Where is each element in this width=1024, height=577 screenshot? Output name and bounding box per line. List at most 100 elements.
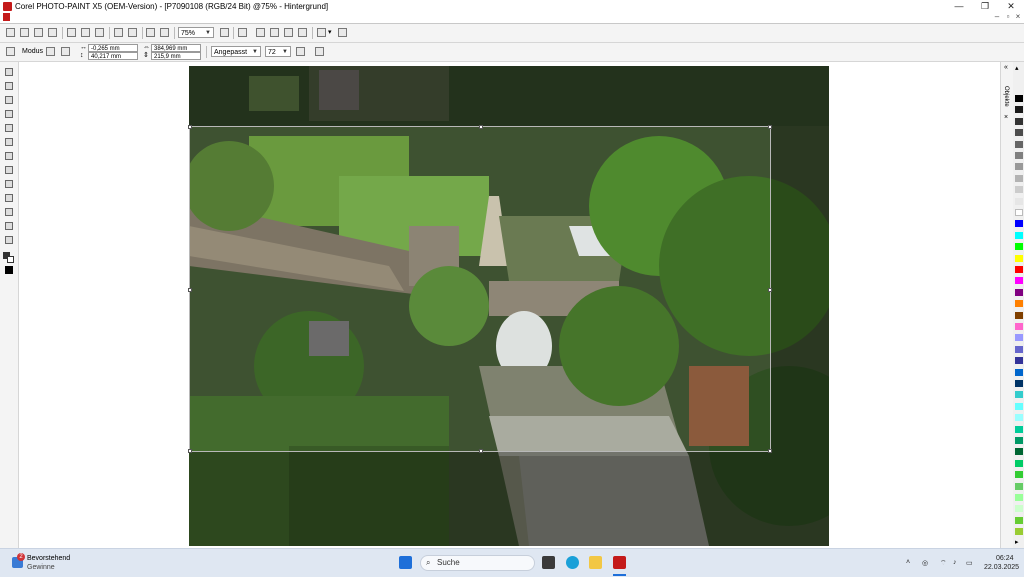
fit-mode-select[interactable]: Angepasst ▼ <box>211 46 261 57</box>
open-file-icon[interactable] <box>20 28 29 37</box>
palette-swatch[interactable] <box>1015 174 1023 182</box>
crop-handle-top[interactable] <box>479 125 483 129</box>
document-icon[interactable] <box>3 13 10 21</box>
palette-swatch[interactable] <box>1015 516 1023 524</box>
palette-swatch[interactable] <box>1015 391 1023 399</box>
clock-date[interactable]: 22.03.2025 <box>984 564 1019 571</box>
collapse-bar-icon[interactable] <box>315 47 324 56</box>
mask-icon[interactable] <box>238 28 247 37</box>
palette-swatch[interactable] <box>1015 231 1023 239</box>
palette-swatch[interactable] <box>1015 140 1023 148</box>
image-sprayer-icon[interactable] <box>5 236 13 244</box>
copy-icon[interactable] <box>81 28 90 37</box>
corel-app-icon[interactable] <box>3 1 12 11</box>
crop-handle-right[interactable] <box>768 288 772 292</box>
shape-tool-icon[interactable] <box>5 180 13 188</box>
red-eye-icon[interactable] <box>5 166 13 174</box>
pick-tool-icon[interactable] <box>5 68 13 76</box>
height-field[interactable]: 215,9 mm <box>151 52 201 60</box>
widget-title[interactable]: Bevorstehend <box>27 555 70 562</box>
crop-handle-bottom-right[interactable] <box>768 449 772 453</box>
text-tool-icon[interactable] <box>5 152 13 160</box>
palette-swatch[interactable] <box>1015 186 1023 194</box>
palette-swatch[interactable] <box>1015 163 1023 171</box>
palette-swatch[interactable] <box>1015 494 1023 501</box>
zoom-fit-icon[interactable] <box>220 28 229 37</box>
palette-swatch[interactable] <box>1015 414 1023 422</box>
resolution-select[interactable]: 72 ▼ <box>265 46 291 57</box>
application-launcher-icon[interactable] <box>317 28 326 37</box>
palette-swatch[interactable] <box>1015 380 1023 387</box>
paste-icon[interactable] <box>95 28 104 37</box>
palette-swatch[interactable] <box>1015 311 1023 319</box>
background-color-swatch[interactable] <box>7 256 14 263</box>
save-icon[interactable] <box>34 28 43 37</box>
grid-icon[interactable] <box>298 28 307 37</box>
docker-close-icon[interactable]: × <box>1004 114 1008 121</box>
crop-handle-bottom[interactable] <box>479 449 483 453</box>
paint-tool-icon[interactable] <box>5 208 13 216</box>
mode-icon[interactable] <box>46 47 55 56</box>
palette-swatch[interactable] <box>1015 254 1023 262</box>
minimize-button[interactable]: — <box>946 0 972 12</box>
chevron-down-icon[interactable]: ▾ <box>328 29 332 37</box>
close-button[interactable]: ✕ <box>998 0 1024 12</box>
palette-swatch[interactable] <box>1015 117 1023 125</box>
palette-swatch[interactable] <box>1015 425 1023 433</box>
zoom-level-select[interactable]: 75% ▼ <box>178 27 214 38</box>
eyedropper-icon[interactable] <box>5 124 13 132</box>
object-mask-icon[interactable] <box>270 28 279 37</box>
position-x-field[interactable]: -0,265 mm <box>88 44 138 52</box>
palette-swatch[interactable] <box>1015 266 1023 273</box>
palette-swatch[interactable] <box>1015 357 1023 365</box>
width-field[interactable]: 384,969 mm <box>151 44 201 52</box>
palette-swatch[interactable] <box>1015 243 1023 251</box>
corel-taskbar-icon[interactable] <box>613 556 626 569</box>
position-y-field[interactable]: 40,217 mm <box>88 52 138 60</box>
lock-mask-icon[interactable] <box>284 28 293 37</box>
effect-tool-icon[interactable] <box>5 222 13 230</box>
palette-swatch[interactable] <box>1015 323 1023 330</box>
doc-close-button[interactable]: × <box>1013 12 1023 21</box>
palette-swatch[interactable] <box>1015 459 1023 467</box>
new-file-icon[interactable] <box>6 28 15 37</box>
palette-swatch[interactable] <box>1015 448 1023 456</box>
doc-restore-button[interactable]: ▫ <box>1003 12 1013 21</box>
fill-tool-icon[interactable] <box>5 194 13 202</box>
palette-swatch[interactable] <box>1015 368 1023 376</box>
clock-time[interactable]: 06:24 <box>996 555 1014 562</box>
palette-scroll-up-icon[interactable]: ▴ <box>1015 64 1019 72</box>
tool-options-icon[interactable] <box>6 47 15 56</box>
battery-icon[interactable]: ▭ <box>966 559 973 567</box>
palette-swatch[interactable] <box>1015 209 1023 216</box>
palette-scroll-down-icon[interactable]: ▸ <box>1015 538 1019 546</box>
palette-swatch[interactable] <box>1015 402 1023 410</box>
palette-swatch[interactable] <box>1015 129 1023 137</box>
palette-swatch[interactable] <box>1015 505 1023 513</box>
redo-icon[interactable] <box>128 28 137 37</box>
undo-icon[interactable] <box>114 28 123 37</box>
palette-swatch[interactable] <box>1015 220 1023 228</box>
crop-selection-box[interactable] <box>188 125 772 453</box>
docker-tab-objects[interactable]: Objekte <box>1003 86 1009 107</box>
fill-color-swatch[interactable] <box>5 266 13 274</box>
palette-swatch[interactable] <box>1015 345 1023 353</box>
maximize-button[interactable]: ❐ <box>972 0 998 12</box>
task-view-icon[interactable] <box>542 556 555 569</box>
cut-icon[interactable] <box>67 28 76 37</box>
wifi-icon[interactable]: ⌔ <box>940 559 947 568</box>
rotate-icon[interactable] <box>61 47 70 56</box>
palette-swatch[interactable] <box>1015 528 1023 536</box>
rectangle-mask-icon[interactable] <box>5 82 13 90</box>
palette-swatch[interactable] <box>1015 152 1023 159</box>
zoom-tool-icon[interactable] <box>5 110 13 118</box>
tray-expand-icon[interactable]: ˄ <box>906 559 910 566</box>
network-status-icon[interactable]: ◎ <box>922 559 928 567</box>
crop-handle-bottom-left[interactable] <box>188 449 192 453</box>
palette-swatch[interactable] <box>1015 482 1023 490</box>
palette-swatch[interactable] <box>1015 95 1023 102</box>
palette-swatch[interactable] <box>1015 300 1023 308</box>
edge-browser-icon[interactable] <box>566 556 579 569</box>
apply-crop-icon[interactable] <box>296 47 305 56</box>
taskbar-search-box[interactable]: ⌕ Suche <box>420 555 535 571</box>
